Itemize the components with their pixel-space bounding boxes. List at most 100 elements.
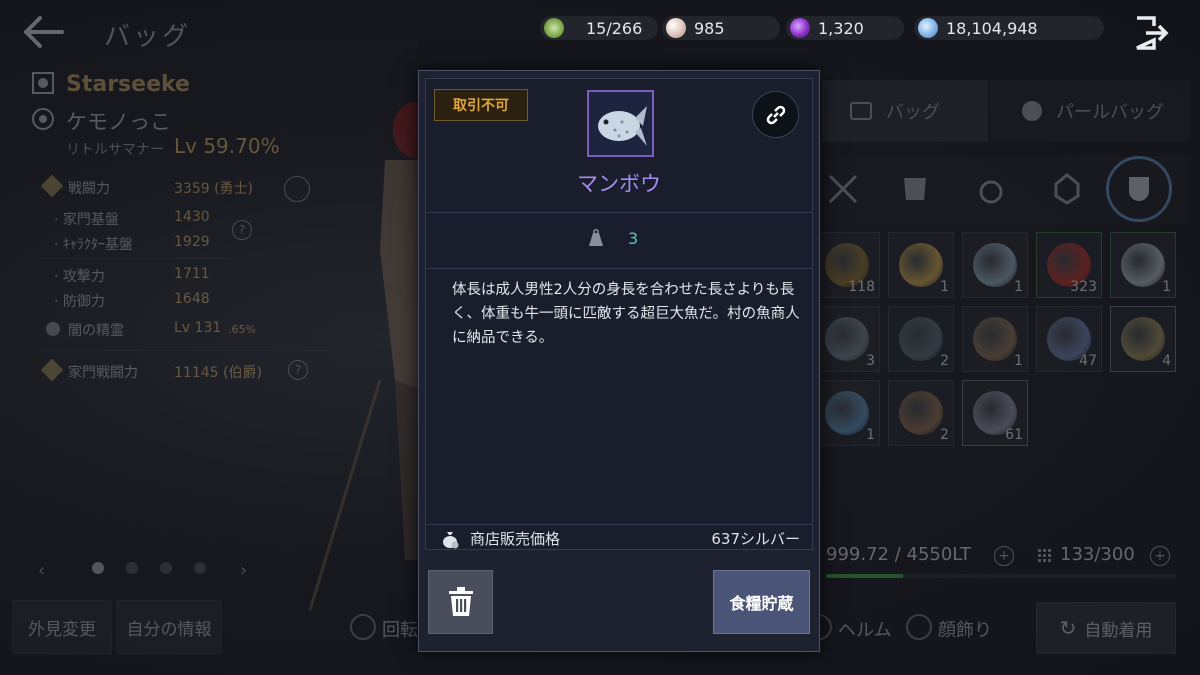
stat-suffix: .65% <box>228 323 256 336</box>
crystal-icon <box>790 18 810 38</box>
item-count: 61 <box>1005 427 1023 443</box>
back-arrow-icon[interactable] <box>22 14 66 50</box>
inventory-slot[interactable]: 323 <box>1036 232 1102 298</box>
inventory-slot[interactable]: 47 <box>1036 306 1102 372</box>
prev-arrow-icon[interactable]: ‹ <box>38 560 45 581</box>
money-bag-icon <box>443 531 459 548</box>
bag-icon <box>850 102 872 120</box>
item-count: 47 <box>1079 353 1097 369</box>
gem-category-icon[interactable] <box>1050 172 1084 206</box>
bag-weight: 999.72 / 4550LT <box>826 544 971 565</box>
helm-label: ヘルム <box>838 620 892 641</box>
item-icon <box>587 90 654 157</box>
inventory-slot[interactable]: 1 <box>962 232 1028 298</box>
untradeable-badge: 取引不可 <box>434 89 528 121</box>
jellyfish-icon <box>825 391 869 435</box>
item-count: 2 <box>940 427 949 443</box>
accessory-label: 顔飾り <box>938 620 992 641</box>
shop-price-row: 商店販売価格 637シルバー <box>426 524 812 552</box>
my-info-button[interactable]: 自分の情報 <box>116 600 222 654</box>
link-button[interactable] <box>752 91 799 138</box>
divider <box>40 350 330 351</box>
potion-icon <box>1129 177 1149 201</box>
currency-value: 18,104,948 <box>946 18 1038 38</box>
divider <box>40 258 330 259</box>
carousel-dots <box>92 562 206 574</box>
stat-label: 家門戦闘力 <box>68 365 138 381</box>
item-count: 3 <box>866 353 875 369</box>
item-count: 1 <box>940 279 949 295</box>
character-class: リトルサマナー <box>66 142 164 158</box>
crest-icon <box>32 72 54 94</box>
inventory-slot[interactable]: 2 <box>888 380 954 446</box>
bag-slot-count: 133/300 <box>1060 544 1135 565</box>
divider <box>426 212 812 213</box>
auto-equip-button[interactable]: ↻ 自動着用 <box>1036 602 1176 654</box>
inventory-slot[interactable]: 1 <box>888 232 954 298</box>
character-level: Lv 59.70% <box>174 134 280 158</box>
tab-pearl-bag[interactable]: パールバッグ <box>990 80 1190 142</box>
inventory-slot[interactable]: 1 <box>962 306 1028 372</box>
stat-value: 1929 <box>174 234 210 250</box>
tuna-icon <box>899 317 943 361</box>
currency-value: 15/266 <box>586 18 643 38</box>
inventory-slot[interactable]: 2 <box>888 306 954 372</box>
next-arrow-icon[interactable]: › <box>240 560 247 581</box>
sunfish-icon <box>973 243 1017 287</box>
family-emblem-icon <box>32 108 54 130</box>
currency-weight[interactable]: 15/266 <box>540 16 658 40</box>
stat-label: · 防御力 <box>54 294 105 310</box>
rotate-label: 回転 <box>382 620 418 641</box>
tab-bag[interactable]: バッグ <box>822 80 988 142</box>
inventory-slot[interactable]: 118 <box>814 232 880 298</box>
page-dot[interactable] <box>92 562 104 574</box>
page-dot[interactable] <box>160 562 172 574</box>
inventory-slot[interactable]: 1 <box>1110 232 1176 298</box>
stat-value: 1648 <box>174 291 210 307</box>
inventory-slot[interactable]: 1 <box>814 380 880 446</box>
stat-label: · ｷｬﾗｸﾀｰ基盤 <box>54 237 133 253</box>
accessory-category-icon[interactable] <box>974 172 1008 206</box>
stat-label: 闇の精霊 <box>68 323 124 339</box>
item-weight: 3 <box>628 229 639 248</box>
currency-crystal[interactable]: 1,320 <box>786 16 904 40</box>
tab-label: パールバッグ <box>1056 102 1164 123</box>
stat-value: 1430 <box>174 209 210 225</box>
item-count: 1 <box>1162 279 1171 295</box>
page-title: バッグ <box>104 22 192 52</box>
exit-icon[interactable] <box>1132 14 1170 52</box>
slots-grid-icon <box>1038 549 1051 562</box>
inventory-slot[interactable]: 61 <box>962 380 1028 446</box>
dark-spirit-icon <box>46 322 60 336</box>
currency-pearl[interactable]: 985 <box>662 16 780 40</box>
page-dot[interactable] <box>194 562 206 574</box>
rotate-checkbox[interactable] <box>350 614 376 640</box>
inventory-slot[interactable]: 4 <box>1110 306 1176 372</box>
page-dot[interactable] <box>126 562 138 574</box>
stat-value: Lv 131 <box>174 320 222 336</box>
store-food-button[interactable]: 食糧貯蔵 <box>713 570 810 634</box>
appearance-button[interactable]: 外見変更 <box>12 600 112 654</box>
slots-plus-button[interactable]: + <box>1150 546 1170 566</box>
sunfish-icon <box>598 106 647 146</box>
item-count: 118 <box>848 279 875 295</box>
stat-label: 戦闘力 <box>68 181 110 197</box>
accessory-checkbox[interactable] <box>906 614 932 640</box>
weapon-category-icon[interactable] <box>826 172 860 206</box>
currency-value: 1,320 <box>818 18 864 38</box>
item-name: マンボウ <box>577 172 661 196</box>
armor-category-icon[interactable] <box>898 172 932 206</box>
refresh-icon: ↻ <box>1059 616 1077 640</box>
consumable-category-icon[interactable] <box>1106 156 1172 222</box>
delete-button[interactable] <box>428 570 493 634</box>
orb-icon <box>899 243 943 287</box>
inventory-slot[interactable]: 3 <box>814 306 880 372</box>
stat-label: · 攻撃力 <box>54 269 105 285</box>
pearl-icon <box>666 18 686 38</box>
weight-icon <box>589 229 603 246</box>
currency-silver[interactable]: 18,104,948 <box>914 16 1104 40</box>
weight-plus-button[interactable]: + <box>994 546 1014 566</box>
help-icon[interactable]: ? <box>232 220 252 240</box>
item-description: 体長は成人男性2人分の身長を合わせた長さよりも長く、体重も牛一頭に匹敵する超巨大… <box>452 282 800 346</box>
fish-icon <box>825 317 869 361</box>
